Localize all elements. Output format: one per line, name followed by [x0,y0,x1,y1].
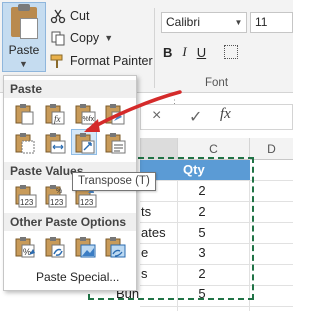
transpose-tooltip: Transpose (T) [72,172,156,191]
cut-label: Cut [70,9,90,23]
font-format-row: B I U [163,42,239,62]
bold-button[interactable]: B [163,45,172,60]
keep-source-formatting-icon[interactable] [102,101,128,127]
copy-button[interactable]: Copy ▼ [50,28,113,48]
borders-icon[interactable] [224,45,239,59]
paste-link-icon[interactable] [102,130,128,156]
paste-link-icon[interactable] [42,235,68,261]
clipboard-paper [20,18,38,39]
paste-special-menu-item[interactable]: Paste Special... [36,270,119,284]
no-borders-icon[interactable] [12,130,38,156]
copy-label: Copy [70,31,100,45]
paintbrush-icon [50,54,63,68]
svg-text:123: 123 [20,198,34,207]
paste-picture-icon[interactable] [72,235,98,261]
underline-button[interactable]: U [197,45,206,60]
scissors-icon [50,9,66,24]
chevron-down-icon[interactable]: ▼ [104,33,113,43]
font-size-box[interactable]: 11 [250,12,293,33]
keep-column-widths-icon[interactable] [42,130,68,156]
column-header-d[interactable]: D [249,138,293,160]
transpose-icon[interactable] [71,129,97,155]
paste-button[interactable]: Paste ▼ [2,2,46,72]
svg-text:%: % [56,188,62,195]
paste-icon[interactable] [12,101,38,127]
values-number-format-icon[interactable]: 123% [42,183,68,209]
paste-values-icon[interactable]: 123 [12,183,38,209]
svg-text:%: % [23,247,31,257]
formula-bar[interactable] [140,104,293,130]
paste-label: Paste [8,43,40,57]
cancel-icon[interactable]: × [152,107,161,125]
font-group-label: Font [205,77,229,89]
clipboard-clip [18,4,30,11]
chevron-down-icon[interactable]: ▼ [19,59,28,69]
paste-formatting-icon[interactable]: % [12,235,38,261]
ribbon-divider [154,8,155,88]
cut-button[interactable]: Cut [50,6,89,26]
section-header-other-paste-options: Other Paste Options [4,213,136,231]
svg-text:fx: fx [54,114,61,124]
chevron-down-icon[interactable]: ▼ [232,13,245,32]
italic-button[interactable]: I [182,44,186,60]
format-painter-label: Format Painter [70,54,153,68]
svg-text:123: 123 [80,198,94,207]
svg-text:%fx: %fx [83,116,95,123]
copy-icon [51,31,65,46]
svg-text:123: 123 [50,198,64,207]
section-header-paste: Paste [4,80,136,98]
enter-icon[interactable]: ✓ [189,107,202,127]
insert-function-icon[interactable]: fx [220,106,231,123]
paste-formulas-number-format-icon[interactable]: %fx [72,101,98,127]
paste-formulas-icon[interactable]: fx [42,101,68,127]
linked-picture-icon[interactable] [102,235,128,261]
format-painter-button[interactable]: Format Painter [50,51,153,71]
